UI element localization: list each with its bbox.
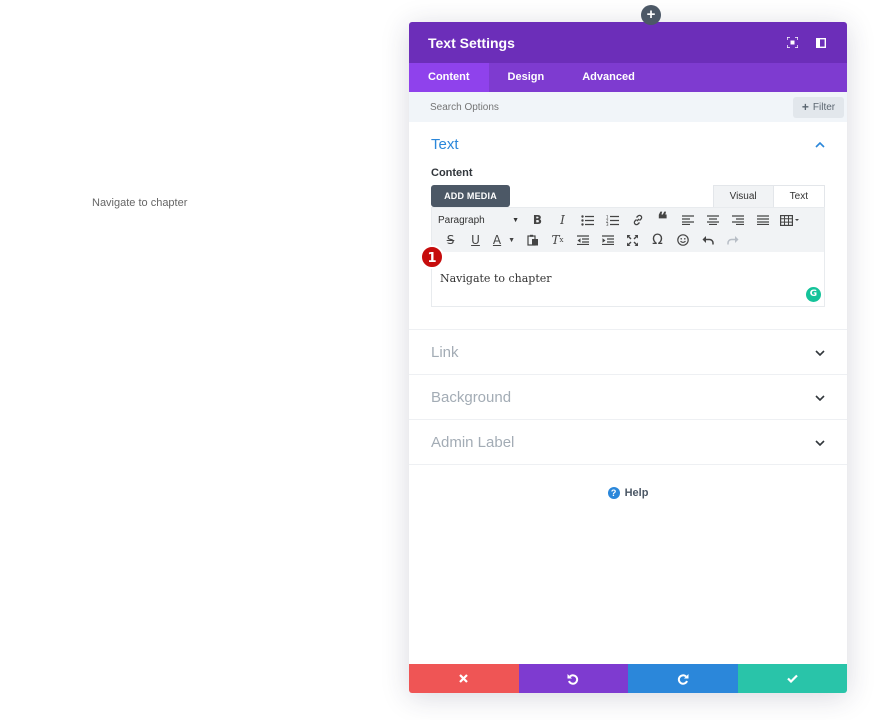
add-module-button[interactable]: + <box>641 5 661 25</box>
redo-button[interactable] <box>628 664 738 693</box>
text-section-header[interactable]: Text <box>431 135 825 153</box>
search-options-input[interactable] <box>430 101 793 113</box>
editor-mode-tabs: Visual Text <box>712 185 825 207</box>
redo-icon <box>677 673 689 685</box>
clear-formatting-icon[interactable]: Tx <box>545 230 570 250</box>
editor-text: Navigate to chapter <box>440 272 552 285</box>
paragraph-select-label: Paragraph <box>438 214 485 226</box>
bold-icon[interactable]: B <box>525 210 550 230</box>
chevron-down-icon[interactable] <box>815 388 825 406</box>
undo-edit-icon[interactable] <box>695 230 720 250</box>
step-number-badge: 1 <box>420 245 444 269</box>
text-settings-modal: Text Settings Content Design Advanced + … <box>409 22 847 693</box>
chevron-down-icon[interactable] <box>815 433 825 451</box>
chevron-down-icon[interactable] <box>815 343 825 361</box>
link-icon[interactable] <box>625 210 650 230</box>
help-label: Help <box>624 487 649 499</box>
tab-design[interactable]: Design <box>489 63 564 92</box>
admin-label-section[interactable]: Admin Label <box>409 420 847 465</box>
paste-text-icon[interactable] <box>520 230 545 250</box>
modal-tabs: Content Design Advanced <box>409 63 847 92</box>
sidebar-toggle-icon[interactable] <box>814 36 828 50</box>
text-section-title: Text <box>431 135 459 153</box>
chevron-up-icon[interactable] <box>815 135 825 153</box>
indent-icon[interactable] <box>595 230 620 250</box>
editor-toolbar: Paragraph ▼ B I 123 ❝ S U A ▼ T x Ω <box>432 208 824 252</box>
editor-content-area[interactable]: 1 Navigate to chapter G <box>420 245 824 306</box>
help-link[interactable]: ? Help <box>409 487 847 499</box>
table-icon[interactable] <box>775 210 805 230</box>
underline-icon[interactable]: U <box>463 230 488 250</box>
save-button[interactable] <box>737 664 847 693</box>
grammarly-icon[interactable]: G <box>806 287 821 302</box>
rich-text-editor: Paragraph ▼ B I 123 ❝ S U A ▼ T x Ω 1 Na… <box>420 207 825 307</box>
align-justify-icon[interactable] <box>750 210 775 230</box>
redo-edit-icon[interactable] <box>720 230 745 250</box>
media-row: ADD MEDIA Visual Text <box>431 185 825 207</box>
toolbar-row-1: Paragraph ▼ B I 123 ❝ <box>438 209 824 230</box>
filter-label: Filter <box>812 101 836 113</box>
filter-button[interactable]: + Filter <box>793 96 844 118</box>
text-section: Text Content ADD MEDIA Visual Text Parag… <box>409 122 847 330</box>
background-section-title: Background <box>431 388 512 406</box>
background-section[interactable]: Background <box>409 375 847 420</box>
tab-advanced[interactable]: Advanced <box>563 63 654 92</box>
numbered-list-icon[interactable]: 123 <box>600 210 625 230</box>
emoji-icon[interactable] <box>670 230 695 250</box>
align-right-icon[interactable] <box>725 210 750 230</box>
fullscreen-icon[interactable] <box>785 36 799 50</box>
undo-icon <box>567 673 579 685</box>
svg-text:3: 3 <box>606 222 609 226</box>
undo-button[interactable] <box>518 664 628 693</box>
close-icon <box>459 674 469 683</box>
align-left-icon[interactable] <box>675 210 700 230</box>
tab-content[interactable]: Content <box>409 63 489 92</box>
add-media-button[interactable]: ADD MEDIA <box>431 185 510 207</box>
plus-icon: + <box>801 100 809 114</box>
modal-footer <box>409 664 847 693</box>
paragraph-format-select[interactable]: Paragraph ▼ <box>438 215 525 226</box>
strikethrough-icon[interactable]: S <box>438 230 463 250</box>
link-section[interactable]: Link <box>409 330 847 375</box>
toolbar-row-2: S U A ▼ Tx Ω <box>438 230 824 250</box>
checkmark-icon <box>786 674 798 683</box>
caret-down-icon: ▼ <box>512 216 519 224</box>
visual-tab[interactable]: Visual <box>712 185 774 207</box>
fullscreen-editor-icon[interactable] <box>620 230 645 250</box>
modal-title: Text Settings <box>428 34 515 51</box>
align-center-icon[interactable] <box>700 210 725 230</box>
content-label: Content <box>431 167 473 179</box>
text-color-icon[interactable]: A ▼ <box>488 230 520 250</box>
canvas-text-module[interactable]: Navigate to chapter <box>92 197 187 209</box>
outdent-icon[interactable] <box>570 230 595 250</box>
link-section-title: Link <box>431 343 459 361</box>
bullet-list-icon[interactable] <box>575 210 600 230</box>
special-character-icon[interactable]: Ω <box>645 230 670 250</box>
search-bar: + Filter <box>409 92 847 122</box>
text-tab[interactable]: Text <box>773 185 825 207</box>
modal-header[interactable]: Text Settings <box>409 22 847 63</box>
italic-icon[interactable]: I <box>550 210 575 230</box>
admin-label-section-title: Admin Label <box>431 433 515 451</box>
help-icon: ? <box>607 487 620 499</box>
cancel-button[interactable] <box>409 664 519 693</box>
blockquote-icon[interactable]: ❝ <box>650 209 675 230</box>
